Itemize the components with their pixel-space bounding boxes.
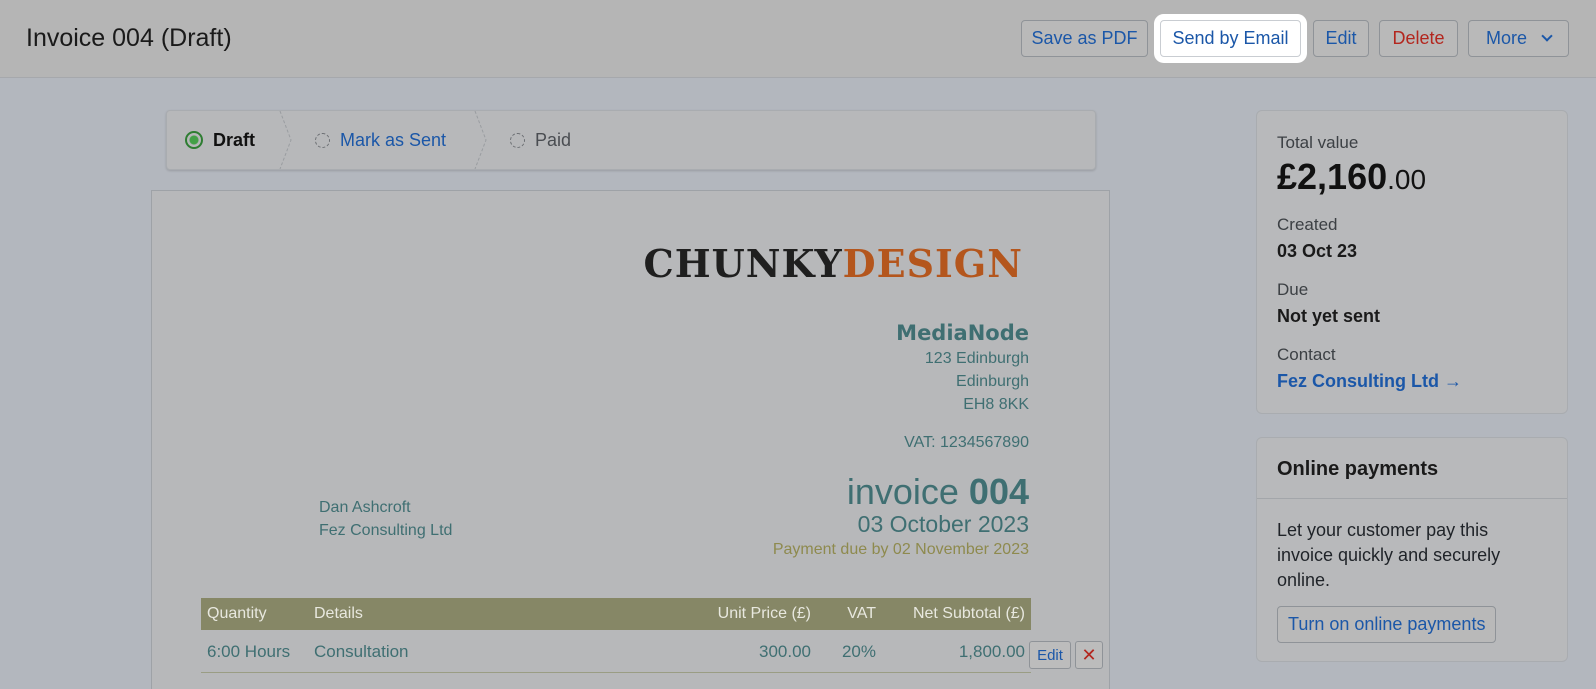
online-payments-card: Online payments Let your customer pay th…	[1256, 437, 1568, 662]
edit-button[interactable]: Edit	[1313, 20, 1369, 57]
payment-due: Payment due by 02 November 2023	[772, 541, 1029, 558]
step-label: Mark as Sent	[340, 129, 447, 150]
due-label: Due	[1277, 280, 1309, 299]
cell-subtotal: 1,800.00	[958, 642, 1025, 661]
created-label: Created	[1277, 215, 1338, 234]
invoice-preview: CHUNKYDESIGN MediaNode 123 Edinburgh Edi…	[151, 190, 1110, 689]
vat-number: VAT: 1234567890	[904, 434, 1029, 451]
delete-button[interactable]: Delete	[1379, 20, 1458, 57]
status-stepper: Draft Mark as Sent Paid	[166, 110, 1096, 170]
send-by-email-button[interactable]: Send by Email	[1160, 20, 1301, 57]
company-logo: CHUNKYDESIGN	[643, 241, 1023, 286]
col-vat: VAT	[847, 605, 876, 622]
online-payments-text: Let your customer pay this invoice quick…	[1277, 520, 1501, 590]
created-value: 03 Oct 23	[1277, 241, 1358, 261]
row-edit-button[interactable]: Edit	[1029, 641, 1071, 669]
client-address: Dan Ashcroft Fez Consulting Ltd	[319, 499, 453, 539]
step-separator	[279, 111, 292, 169]
more-label: More	[1485, 28, 1527, 48]
due-value: Not yet sent	[1277, 306, 1381, 326]
company-address: 123 Edinburgh Edinburgh EH8 8KK	[924, 350, 1029, 413]
close-icon[interactable]: ✕	[1075, 641, 1103, 669]
invoice-date: 03 October 2023	[857, 511, 1029, 537]
chevron-down-icon	[1541, 30, 1553, 42]
step-draft: Draft	[185, 111, 255, 169]
check-circle-icon	[185, 131, 203, 149]
company-name: MediaNode	[896, 321, 1029, 345]
save-as-pdf-button[interactable]: Save as PDF	[1021, 20, 1148, 57]
line-items-header: Quantity Details Unit Price (£) VAT Net …	[201, 598, 1031, 630]
col-details: Details	[314, 605, 363, 622]
more-dropdown-button[interactable]: More	[1468, 20, 1569, 57]
cell-details: Consultation	[314, 642, 409, 661]
top-bar: Invoice 004 (Draft) Save as PDF Send by …	[0, 0, 1596, 78]
step-paid: Paid	[510, 111, 571, 169]
cell-quantity: 6:00 Hours	[207, 642, 291, 661]
cell-unit-price: 300.00	[759, 642, 811, 661]
pending-circle-icon	[510, 132, 525, 148]
pending-circle-icon	[315, 132, 330, 148]
step-separator	[474, 111, 487, 169]
turn-on-online-payments-button[interactable]: Turn on online payments	[1277, 606, 1497, 643]
online-payments-title: Online payments	[1277, 458, 1439, 480]
table-row: 6:00 Hours Consultation 300.00 20% 1,800…	[201, 631, 1031, 673]
col-quantity: Quantity	[207, 605, 267, 622]
page-title: Invoice 004 (Draft)	[26, 24, 232, 52]
divider	[1257, 498, 1567, 499]
summary-card: Total value £2,160.00 Created 03 Oct 23 …	[1256, 110, 1568, 414]
step-mark-as-sent[interactable]: Mark as Sent	[315, 111, 446, 169]
cell-vat: 20%	[841, 642, 876, 661]
contact-link[interactable]: Fez Consulting Ltd →	[1277, 371, 1462, 392]
total-value: £2,160.00	[1277, 156, 1427, 197]
invoice-heading: invoice 004	[846, 471, 1029, 512]
col-net-subtotal: Net Subtotal (£)	[912, 605, 1025, 622]
step-label: Paid	[535, 129, 572, 150]
step-label: Draft	[213, 129, 256, 150]
contact-label: Contact	[1277, 345, 1336, 364]
total-label: Total value	[1277, 133, 1359, 152]
col-unit-price: Unit Price (£)	[717, 605, 811, 622]
